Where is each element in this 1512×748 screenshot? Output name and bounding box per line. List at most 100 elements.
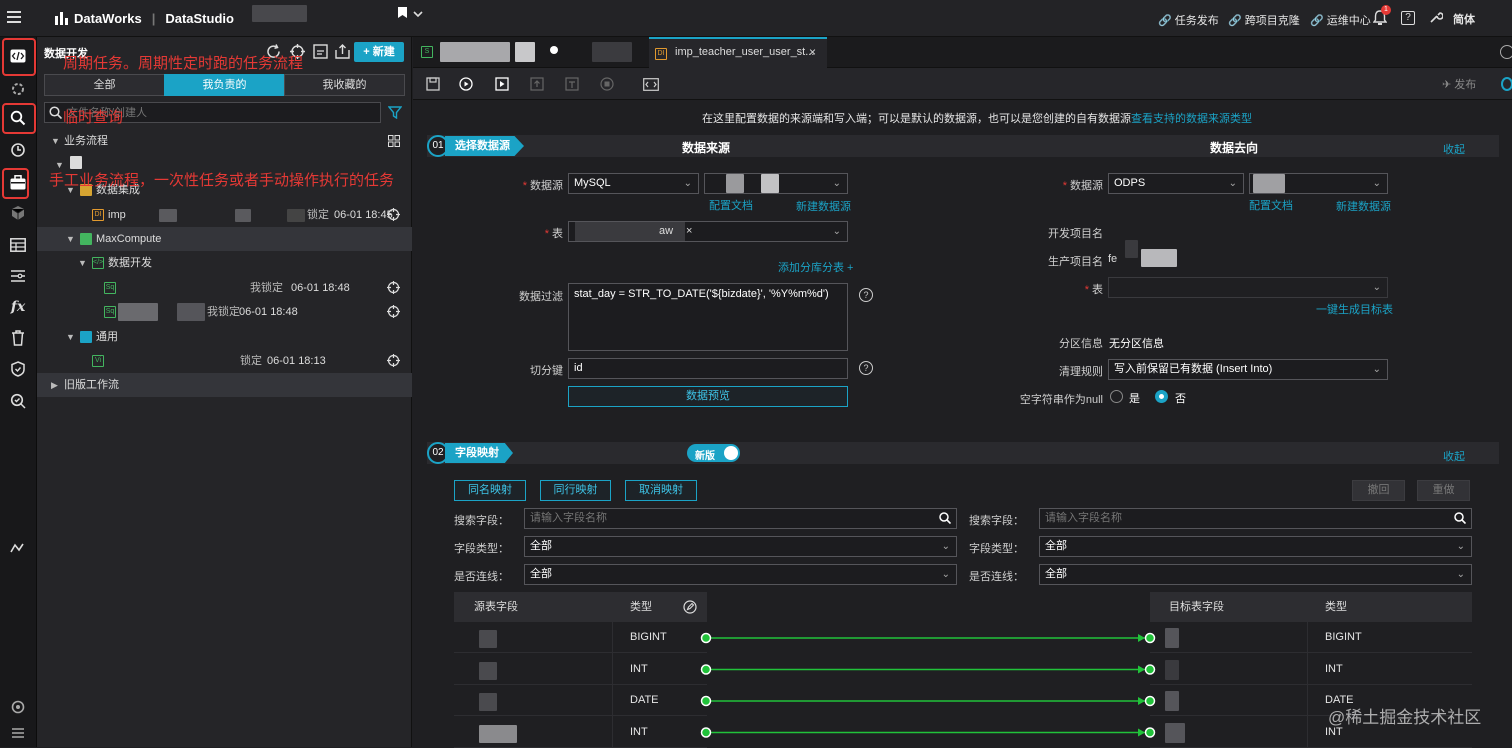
src-config-doc-link[interactable]: 配置文档: [709, 197, 753, 213]
tree-data-dev[interactable]: ▼ </> 数据开发: [37, 251, 412, 275]
component-icon[interactable]: [7, 78, 29, 100]
publish-button[interactable]: ✈ 发布: [1442, 76, 1476, 92]
same-name-map-button[interactable]: 同名映射: [454, 480, 526, 501]
tree-business-flow[interactable]: ▼ 业务流程: [37, 129, 412, 153]
run-icon[interactable]: [458, 76, 474, 92]
dst-field-row[interactable]: BIGINT: [1150, 622, 1472, 653]
tree-item-sql-1[interactable]: Sq 我锁定 06-01 18:48: [37, 276, 412, 300]
edit-icon[interactable]: [683, 600, 697, 614]
search-icon[interactable]: [1454, 512, 1466, 524]
src-datasource-name-select[interactable]: ⌄: [704, 173, 848, 194]
src-type-select[interactable]: 全部 ⌄: [524, 536, 957, 557]
dst-datasource-name-select[interactable]: ⌄: [1249, 173, 1388, 194]
import-icon[interactable]: [313, 44, 328, 59]
src-field-row[interactable]: INT: [454, 717, 707, 748]
tree-legacy-workflow[interactable]: ▶ 旧版工作流: [37, 373, 412, 397]
src-conn-select[interactable]: 全部 ⌄: [524, 564, 957, 585]
collapse-section-1[interactable]: 收起: [1443, 141, 1465, 157]
run-with-params-icon[interactable]: [494, 76, 510, 92]
clock-icon[interactable]: [7, 139, 29, 161]
dst-type-select[interactable]: 全部 ⌄: [1039, 536, 1472, 557]
src-field-search[interactable]: [524, 508, 957, 529]
locate-icon[interactable]: [387, 354, 400, 367]
same-row-map-button[interactable]: 同行映射: [540, 480, 611, 501]
link-anchor-dot[interactable]: [700, 695, 712, 707]
stop-icon[interactable]: [599, 76, 615, 92]
link-anchor-dot[interactable]: [700, 632, 712, 644]
new-button[interactable]: + 新建: [354, 42, 404, 62]
wrench-icon[interactable]: [1429, 10, 1443, 24]
remove-tag-icon[interactable]: ×: [686, 222, 692, 241]
publish-link[interactable]: 🔗 任务发布: [1158, 12, 1219, 28]
save-icon[interactable]: [425, 76, 441, 92]
close-icon[interactable]: ×: [809, 37, 816, 68]
chevron-down-icon[interactable]: [413, 11, 423, 18]
tree-maxcompute[interactable]: ▼ MaxCompute: [37, 227, 412, 251]
tab-active[interactable]: DI imp_teacher_user_user_st... ×: [649, 37, 827, 68]
product-logo[interactable]: DataWorks | DataStudio: [55, 11, 234, 26]
side-panel-icon[interactable]: [1501, 77, 1512, 91]
ops-center-link[interactable]: 🔗 运维中心: [1310, 12, 1371, 28]
cancel-map-button[interactable]: 取消映射: [625, 480, 697, 501]
src-field-search-input[interactable]: [530, 510, 910, 526]
function-icon[interactable]: fx: [7, 296, 29, 318]
help-icon[interactable]: ?: [859, 361, 873, 375]
collapse-menu-icon[interactable]: [7, 722, 29, 744]
menu-icon[interactable]: [7, 10, 23, 24]
help-icon[interactable]: ?: [859, 288, 873, 302]
generate-target-table-link[interactable]: 一键生成目标表: [1316, 301, 1393, 317]
link-anchor-dot[interactable]: [700, 664, 712, 675]
table-icon[interactable]: [7, 234, 29, 256]
help-icon[interactable]: ?: [1401, 11, 1415, 25]
link-anchor-dot[interactable]: [1144, 695, 1156, 707]
dst-datasource-type-select[interactable]: ODPS ⌄: [1108, 173, 1244, 194]
shield-icon[interactable]: [7, 358, 29, 380]
dst-config-doc-link[interactable]: 配置文档: [1249, 197, 1293, 213]
collapse-section-2[interactable]: 收起: [1443, 448, 1465, 464]
script-mode-icon[interactable]: [643, 76, 659, 92]
cube-icon[interactable]: [7, 202, 29, 224]
link-anchor-dot[interactable]: [700, 727, 712, 738]
src-datasource-type-select[interactable]: MySQL ⌄: [568, 173, 699, 194]
dst-field-search[interactable]: [1039, 508, 1472, 529]
link-anchor-dot[interactable]: [1144, 664, 1156, 675]
export-icon[interactable]: [335, 44, 350, 59]
tree-item-vi[interactable]: Vi 锁定 06-01 18:13: [37, 349, 412, 373]
trash-icon[interactable]: [7, 327, 29, 349]
clean-rule-select[interactable]: 写入前保留已有数据 (Insert Into) ⌄: [1108, 359, 1388, 380]
dst-conn-select[interactable]: 全部 ⌄: [1039, 564, 1472, 585]
src-field-row[interactable]: INT: [454, 654, 707, 685]
locate-icon[interactable]: [387, 281, 400, 294]
search-icon[interactable]: [939, 512, 951, 524]
src-filter-textarea[interactable]: stat_day = STR_TO_DATE('${bizdate}', '%Y…: [568, 283, 848, 351]
bell-icon[interactable]: 1: [1373, 5, 1391, 25]
redo-button[interactable]: 重做: [1417, 480, 1470, 501]
format-icon[interactable]: [564, 76, 580, 92]
data-preview-button[interactable]: 数据预览: [568, 386, 848, 407]
tab-all[interactable]: 全部: [44, 74, 165, 96]
grid-view-icon[interactable]: [388, 135, 400, 147]
language-selector[interactable]: 简体: [1453, 11, 1475, 27]
graph-icon[interactable]: [7, 537, 29, 559]
supported-sources-link[interactable]: 查看支持的数据来源类型: [1131, 113, 1252, 125]
tree-item-imp[interactable]: DI imp 锁定 06-01 18:45: [37, 203, 412, 227]
bookmark-icon[interactable]: [398, 7, 407, 18]
tree-general[interactable]: ▼ 通用: [37, 325, 412, 349]
src-split-input[interactable]: id: [568, 358, 848, 379]
link-anchor-dot[interactable]: [1144, 727, 1156, 738]
list-settings-icon[interactable]: [7, 265, 29, 287]
undo-button[interactable]: 撤回: [1352, 480, 1405, 501]
dst-field-row[interactable]: INT: [1150, 654, 1472, 685]
src-field-row[interactable]: DATE: [454, 685, 707, 716]
submit-icon[interactable]: [529, 76, 545, 92]
locate-icon[interactable]: [387, 305, 400, 318]
null-no-radio[interactable]: [1155, 390, 1168, 403]
null-yes-radio[interactable]: [1110, 390, 1123, 403]
src-new-datasource-link[interactable]: 新建数据源: [796, 198, 851, 214]
tab-scroll-left-icon[interactable]: [1500, 45, 1512, 59]
tab-favorites[interactable]: 我收藏的: [284, 74, 405, 96]
search-review-icon[interactable]: [7, 390, 29, 412]
dst-table-select[interactable]: ⌄: [1108, 277, 1388, 298]
src-field-row[interactable]: BIGINT: [454, 622, 707, 653]
filter-icon[interactable]: [388, 106, 402, 119]
